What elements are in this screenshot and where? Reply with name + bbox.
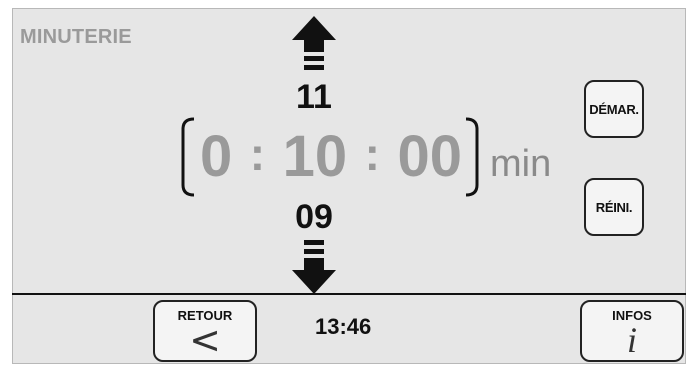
unit-label: min (490, 143, 552, 185)
reset-button[interactable]: RÉINI. (584, 178, 644, 236)
bracket-left (178, 117, 196, 197)
prev-value: 09 (295, 198, 333, 236)
start-button[interactable]: DÉMAR. (584, 80, 644, 138)
arrow-up-icon[interactable] (284, 14, 344, 84)
next-value: 11 (296, 78, 332, 116)
info-button[interactable]: INFOS i (580, 300, 684, 362)
clock: 13:46 (315, 314, 372, 339)
page-title: MINUTERIE (20, 26, 132, 48)
time-separator: : (364, 128, 380, 180)
seconds-value: 00 (397, 124, 462, 189)
back-button[interactable]: RETOUR < (153, 300, 257, 362)
hours-value: 0 (200, 124, 233, 189)
info-icon: i (626, 320, 637, 360)
footer-divider (12, 293, 686, 295)
bracket-right (464, 117, 482, 197)
chevron-left-icon: < (189, 318, 221, 362)
timer-display[interactable]: 0 : 10 : 00 (200, 123, 462, 191)
minutes-value: 10 (282, 124, 348, 189)
arrow-down-icon[interactable] (284, 232, 344, 302)
time-separator: : (249, 128, 266, 180)
